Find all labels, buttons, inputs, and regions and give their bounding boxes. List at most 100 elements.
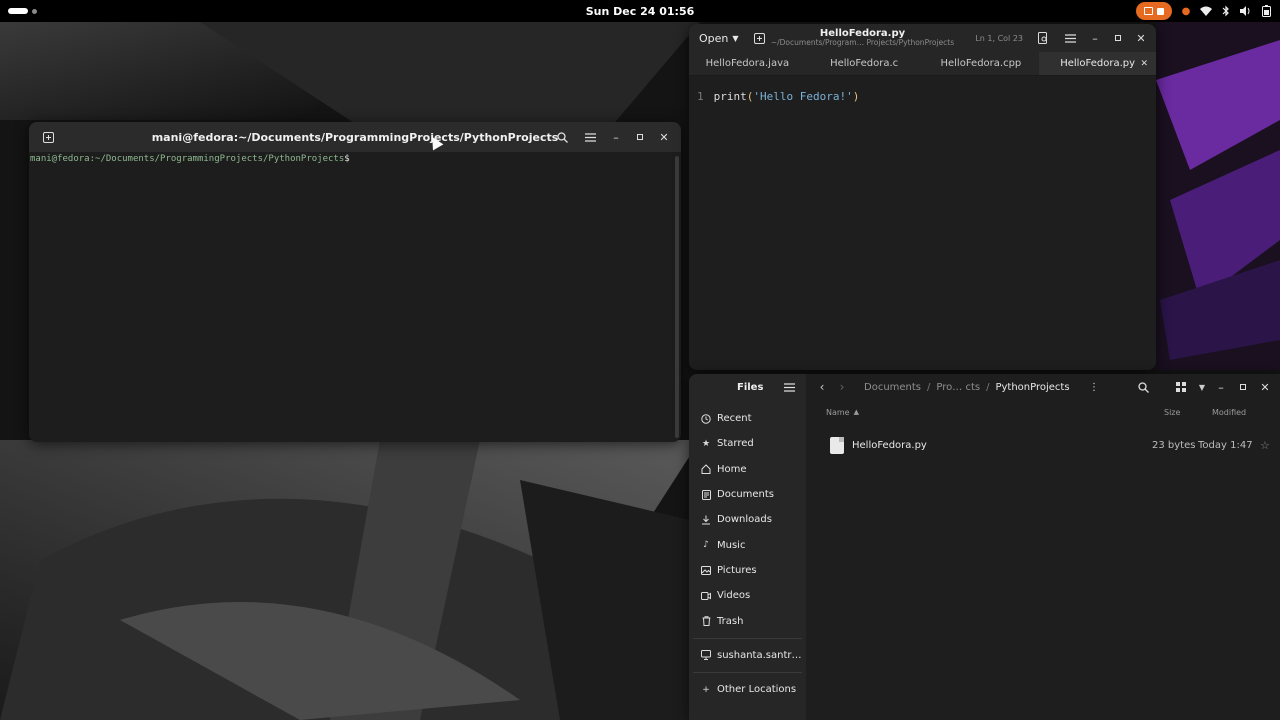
file-row[interactable]: HelloFedora.py 23 bytes Today 1:47 ☆: [806, 428, 1280, 462]
minimize-icon: –: [1218, 380, 1224, 394]
sidebar-item-recent[interactable]: Recent: [689, 406, 806, 431]
terminal-window[interactable]: mani@fedora:~/Documents/ProgrammingProje…: [29, 122, 681, 442]
sidebar-item-home[interactable]: Home: [689, 457, 806, 482]
grid-view-icon: [1176, 382, 1186, 392]
workspace-indicator[interactable]: [8, 8, 37, 14]
files-main: ‹ › Documents / Pro… cts / PythonProject…: [806, 374, 1280, 720]
sidebar-item-trash[interactable]: Trash: [689, 608, 806, 633]
files-window[interactable]: Files Recent ★ Starred Home Documents Do…: [689, 374, 1280, 720]
minimize-button[interactable]: –: [1086, 29, 1104, 47]
new-tab-button[interactable]: [37, 126, 59, 148]
terminal-header[interactable]: mani@fedora:~/Documents/ProgrammingProje…: [29, 122, 681, 152]
tab-label: HelloFedora.c: [830, 58, 899, 69]
sidebar-item-label: Pictures: [717, 564, 757, 576]
view-toggle-button[interactable]: [1170, 376, 1192, 398]
minimize-button[interactable]: –: [607, 128, 625, 146]
document-info-button[interactable]: [1032, 27, 1054, 49]
sidebar-separator: [693, 671, 802, 673]
editor-header[interactable]: Open ▼ HelloFedora.py ~/Documents/Progra…: [689, 24, 1156, 52]
sidebar-item-other-locations[interactable]: + Other Locations: [689, 677, 806, 702]
screen-recording-indicator[interactable]: [1136, 2, 1172, 20]
minimize-button[interactable]: –: [1212, 378, 1230, 396]
sidebar-item-pictures[interactable]: Pictures: [689, 558, 806, 583]
system-tray[interactable]: ●: [1136, 2, 1272, 20]
terminal-scrollbar[interactable]: [675, 156, 679, 438]
sidebar-item-label: sushanta.santr…: [717, 649, 802, 661]
hamburger-icon: [584, 132, 596, 142]
close-icon: ✕: [1260, 380, 1270, 394]
files-title: Files: [737, 381, 764, 393]
tab-hellofedora-cpp[interactable]: HelloFedora.cpp: [923, 52, 1040, 75]
chevron-right-icon: ›: [839, 380, 845, 394]
terminal-output[interactable]: mani@fedora:~/Documents/ProgrammingProje…: [29, 152, 681, 166]
path-bar[interactable]: Documents / Pro… cts / PythonProjects ⋮: [864, 376, 1099, 398]
network-drive-icon: [701, 650, 711, 661]
workspace-dot[interactable]: [32, 8, 37, 14]
vertical-dots-icon[interactable]: ⋮: [1089, 382, 1099, 393]
sidebar-item-network[interactable]: sushanta.santr…: [689, 643, 806, 668]
maximize-button[interactable]: [1109, 29, 1127, 47]
editor-text-area[interactable]: 1 print('Hello Fedora!'): [689, 76, 1156, 103]
path-separator: /: [927, 381, 931, 393]
forward-button[interactable]: ›: [832, 377, 852, 397]
sidebar-item-videos[interactable]: Videos: [689, 583, 806, 608]
places-list: Recent ★ Starred Home Documents Download…: [689, 406, 806, 702]
sidebar-item-downloads[interactable]: Downloads: [689, 507, 806, 532]
active-workspace[interactable]: [8, 8, 28, 14]
star-icon[interactable]: ☆: [1260, 439, 1280, 452]
stop-recording-icon: [1157, 7, 1164, 15]
editor-menu-button[interactable]: [1059, 27, 1081, 49]
terminal-menu-button[interactable]: [579, 126, 601, 148]
column-name[interactable]: Name ▲: [826, 408, 859, 417]
close-button[interactable]: ✕: [1132, 29, 1150, 47]
tab-hellofedora-java[interactable]: HelloFedora.java: [689, 52, 806, 75]
close-tab-icon[interactable]: ✕: [1140, 59, 1148, 69]
maximize-icon: [1115, 35, 1121, 41]
view-options-button[interactable]: ▼: [1196, 377, 1208, 397]
cursor-position[interactable]: Ln 1, Col 23: [975, 34, 1023, 43]
maximize-button[interactable]: [1234, 378, 1252, 396]
maximize-button[interactable]: [631, 128, 649, 146]
open-button[interactable]: Open ▼: [695, 27, 743, 49]
editor-tabs: HelloFedora.java HelloFedora.c HelloFedo…: [689, 52, 1156, 76]
column-size[interactable]: Size: [1164, 408, 1212, 417]
sidebar-item-music[interactable]: ♪ Music: [689, 532, 806, 557]
file-icon: [830, 436, 844, 454]
path-segment-current[interactable]: PythonProjects: [995, 382, 1069, 393]
tab-hellofedora-py[interactable]: HelloFedora.py ✕: [1039, 52, 1156, 75]
minimize-icon: –: [1092, 31, 1098, 45]
tab-label: HelloFedora.py: [1060, 58, 1136, 69]
document-search-icon: [1037, 32, 1047, 44]
close-button[interactable]: ✕: [655, 128, 673, 146]
files-search-button[interactable]: [1132, 376, 1154, 398]
sidebar-menu-button[interactable]: [778, 376, 800, 398]
editor-title: HelloFedora.py ~/Documents/Program… Proj…: [759, 28, 966, 47]
path-segment-documents[interactable]: Documents: [864, 382, 921, 393]
close-button[interactable]: ✕: [1256, 378, 1274, 396]
close-icon: ✕: [1136, 31, 1146, 45]
path-separator: /: [986, 381, 990, 393]
plus-icon: +: [702, 684, 710, 695]
clock[interactable]: Sun Dec 24 01:56: [586, 5, 695, 18]
path-segment-programmingprojects[interactable]: Pro… cts: [936, 382, 980, 393]
sidebar-item-label: Music: [717, 539, 746, 551]
code-function: print: [713, 90, 747, 103]
back-button[interactable]: ‹: [812, 377, 832, 397]
sidebar-item-starred[interactable]: ★ Starred: [689, 431, 806, 456]
sidebar-item-documents[interactable]: Documents: [689, 482, 806, 507]
terminal-search-button[interactable]: [551, 126, 573, 148]
open-label: Open: [699, 31, 729, 45]
video-icon: [701, 591, 711, 601]
picture-icon: [701, 565, 711, 575]
screen-record-icon: [1144, 7, 1153, 15]
maximize-icon: [637, 134, 643, 140]
maximize-icon: [1240, 384, 1246, 390]
code-string: 'Hello Fedora!': [753, 90, 853, 103]
hamburger-icon: [783, 382, 795, 392]
column-modified[interactable]: Modified: [1212, 408, 1280, 417]
text-editor-window[interactable]: Open ▼ HelloFedora.py ~/Documents/Progra…: [689, 24, 1156, 370]
files-header[interactable]: ‹ › Documents / Pro… cts / PythonProject…: [806, 374, 1280, 400]
tab-hellofedora-c[interactable]: HelloFedora.c: [806, 52, 923, 75]
tab-label: HelloFedora.cpp: [940, 58, 1022, 69]
sidebar-item-label: Recent: [717, 413, 752, 425]
